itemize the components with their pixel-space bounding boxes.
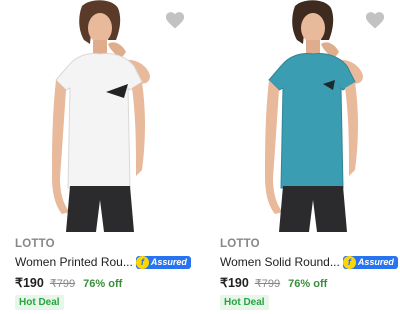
hot-deal-badge: Hot Deal xyxy=(15,295,64,310)
product-title-row: Women Solid Round... f Assured xyxy=(220,255,398,269)
assured-icon: f xyxy=(135,255,149,269)
assured-label: Assured xyxy=(357,257,394,267)
assured-badge: f Assured xyxy=(342,255,398,269)
product-image[interactable] xyxy=(0,0,200,232)
discount-percent: 76% off xyxy=(288,278,328,290)
discount-percent: 76% off xyxy=(83,278,123,290)
model-illustration xyxy=(52,0,150,232)
model-photo xyxy=(253,0,379,232)
assured-badge: f Assured xyxy=(135,255,191,269)
product-title[interactable]: Women Printed Rou... xyxy=(15,255,133,269)
selling-price: ₹190 xyxy=(220,276,249,290)
selling-price: ₹190 xyxy=(15,276,44,290)
product-brand: LOTTO xyxy=(15,238,55,250)
assured-icon: f xyxy=(342,255,356,269)
original-price: ₹799 xyxy=(254,278,281,290)
wishlist-heart-icon[interactable] xyxy=(364,10,386,30)
product-brand: LOTTO xyxy=(220,238,260,250)
wishlist-heart-icon[interactable] xyxy=(164,10,186,30)
model-photo xyxy=(38,0,164,232)
product-image[interactable] xyxy=(205,0,400,232)
hot-deal-badge: Hot Deal xyxy=(220,295,269,310)
price-row: ₹190 ₹799 76% off xyxy=(15,275,122,290)
price-row: ₹190 ₹799 76% off xyxy=(220,275,327,290)
product-card[interactable]: LOTTO Women Printed Rou... f Assured ₹19… xyxy=(0,0,200,314)
product-title[interactable]: Women Solid Round... xyxy=(220,255,340,269)
product-grid: LOTTO Women Printed Rou... f Assured ₹19… xyxy=(0,0,400,314)
assured-label: Assured xyxy=(150,257,187,267)
original-price: ₹799 xyxy=(49,278,76,290)
model-illustration xyxy=(265,0,363,232)
product-title-row: Women Printed Rou... f Assured xyxy=(15,255,191,269)
product-card[interactable]: LOTTO Women Solid Round... f Assured ₹19… xyxy=(205,0,400,314)
